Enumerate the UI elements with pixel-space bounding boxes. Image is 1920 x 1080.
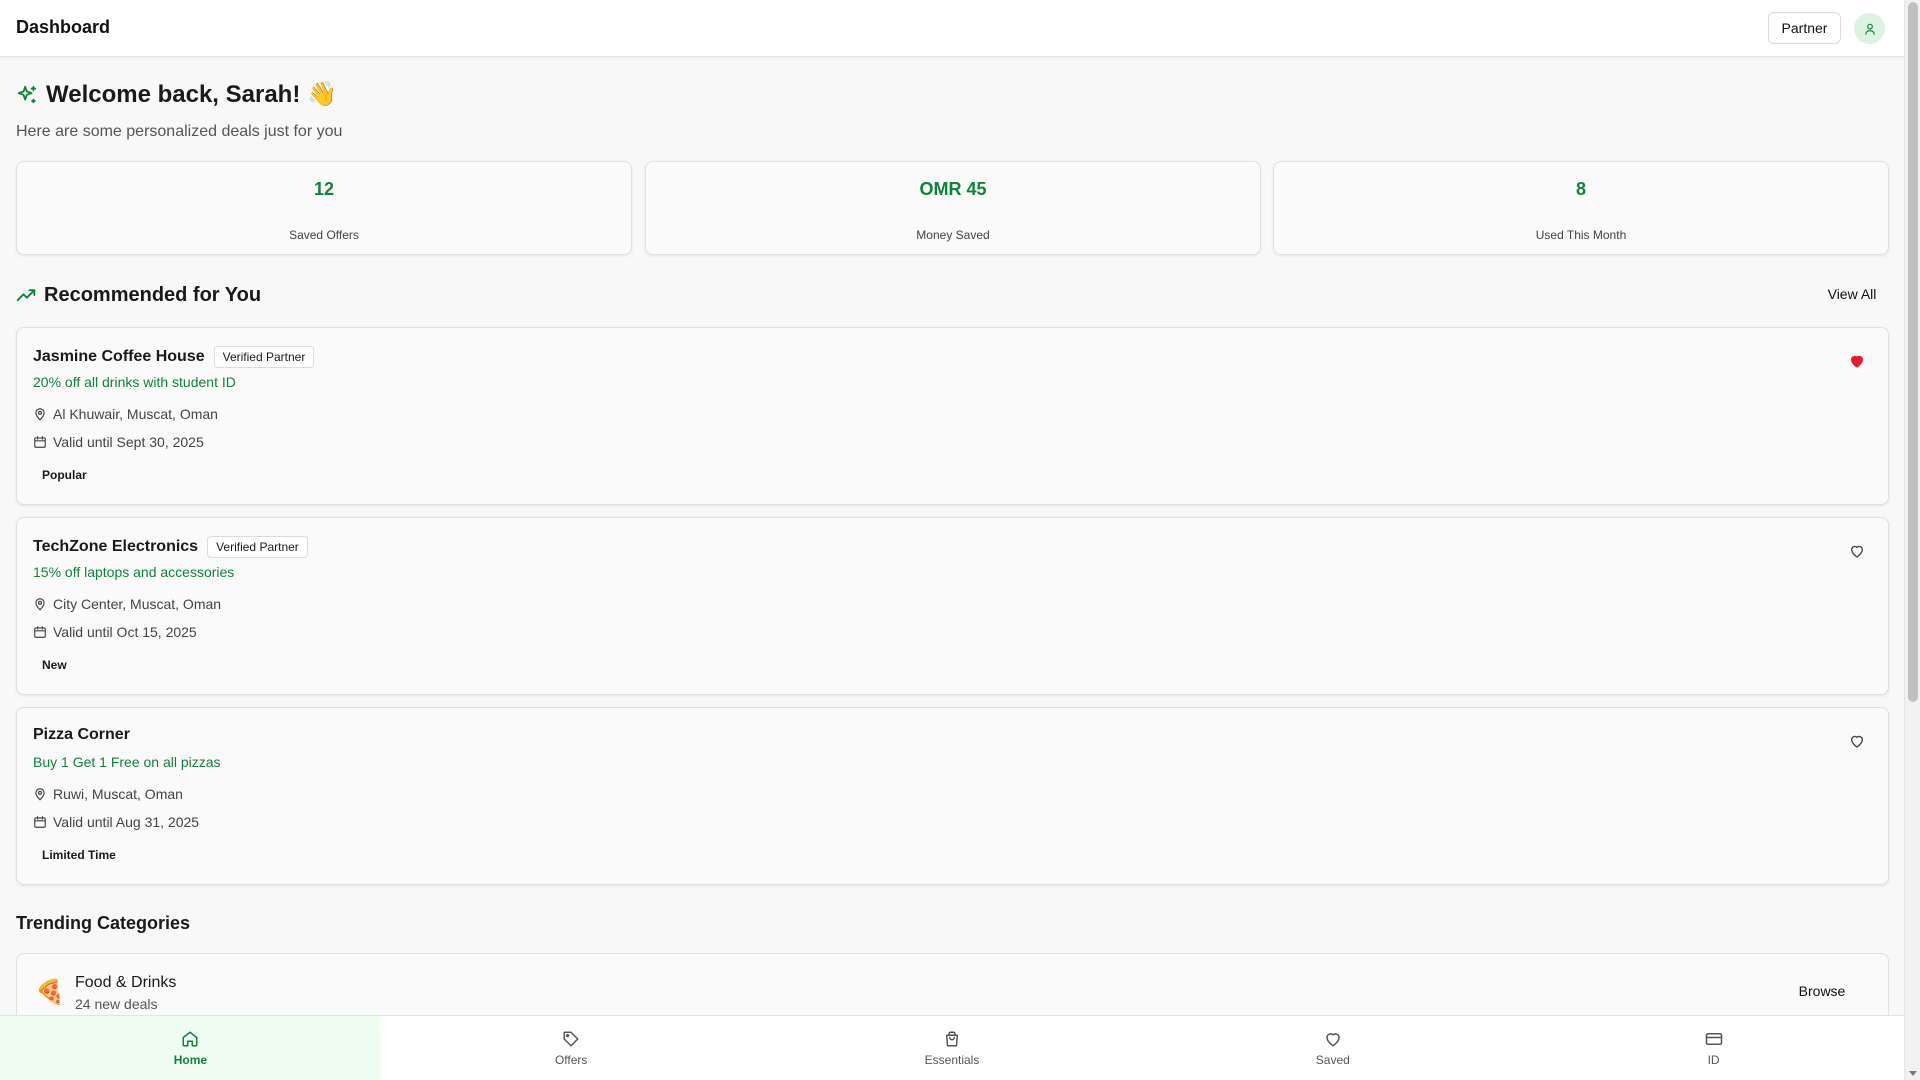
map-pin-icon (35, 788, 45, 801)
offer-location: Al Khuwair, Muscat, Oman (33, 406, 218, 422)
heart-icon (1326, 1032, 1340, 1046)
nav-home[interactable]: Home (0, 1016, 381, 1080)
offer-tag: Popular (42, 468, 87, 482)
recommended-section-header: Recommended for You (16, 284, 261, 307)
trending-up-icon (16, 288, 36, 301)
calendar-icon (34, 436, 46, 448)
shopping-bag-icon (945, 1031, 958, 1046)
offer-validity: Valid until Sept 30, 2025 (33, 434, 204, 450)
stat-value: 12 (313, 179, 335, 199)
heart-icon (1851, 735, 1863, 748)
heart-icon (1851, 545, 1863, 558)
save-offer-button[interactable] (1846, 350, 1868, 372)
id-card-icon (1705, 1032, 1722, 1045)
offer-name: Jasmine Coffee House (33, 348, 205, 365)
top-bar: Dashboard Partner (0, 0, 1904, 57)
stat-card-money-saved: OMR 45 Money Saved (645, 161, 1261, 255)
category-name: Food & Drinks (75, 974, 177, 991)
nav-essentials-label: Essentials (924, 1052, 980, 1067)
offer-deal: Buy 1 Get 1 Free on all pizzas (33, 754, 221, 770)
offer-validity-text: Valid until Oct 15, 2025 (53, 624, 197, 640)
partner-button[interactable]: Partner (1768, 12, 1841, 44)
page-title: Dashboard (16, 17, 111, 37)
offer-deal: 20% off all drinks with student ID (33, 374, 236, 390)
stat-label: Used This Month (1535, 228, 1627, 242)
calendar-icon (34, 626, 46, 638)
heart-filled-icon (1851, 355, 1863, 368)
category-deal-count: 24 new deals (75, 996, 158, 1012)
offer-title-row: TechZone Electronics Verified Partner (33, 536, 308, 558)
offer-location-text: Al Khuwair, Muscat, Oman (53, 406, 218, 422)
offer-tag: New (42, 658, 67, 672)
verified-partner-badge: Verified Partner (207, 536, 308, 558)
stat-card-saved-offers: 12 Saved Offers (16, 161, 632, 255)
calendar-icon (34, 816, 46, 828)
save-offer-button[interactable] (1846, 540, 1868, 562)
offer-deal: 15% off laptops and accessories (33, 564, 235, 580)
nav-offers-label: Offers (554, 1052, 588, 1067)
browse-button[interactable]: Browse (1778, 983, 1866, 1005)
offer-location: Ruwi, Muscat, Oman (33, 786, 183, 802)
offer-validity: Valid until Oct 15, 2025 (33, 624, 197, 640)
offer-name: TechZone Electronics (33, 538, 199, 555)
bottom-nav: Home Offers Essentials Saved ID (0, 1015, 1904, 1080)
stat-label: Money Saved (916, 228, 990, 242)
offer-location-text: Ruwi, Muscat, Oman (53, 786, 183, 802)
map-pin-icon (35, 408, 45, 421)
scroll-down-arrow-icon[interactable] (1909, 1071, 1917, 1076)
sparkles-icon (17, 85, 37, 103)
welcome-subtitle: Here are some personalized deals just fo… (16, 123, 343, 140)
verified-partner-badge: Verified Partner (213, 346, 315, 368)
scrollbar-thumb[interactable] (1908, 2, 1918, 702)
stat-value: 8 (1575, 179, 1586, 199)
offer-validity: Valid until Aug 31, 2025 (33, 814, 199, 830)
nav-id-label: ID (1707, 1052, 1720, 1067)
offer-validity-text: Valid until Sept 30, 2025 (53, 434, 204, 450)
dashboard-page: Dashboard Partner Welcome back, Sarah! 👋… (0, 0, 1904, 1080)
nav-home-label: Home (173, 1052, 208, 1067)
stat-value: OMR 45 (919, 179, 987, 199)
nav-saved-label: Saved (1315, 1052, 1350, 1067)
view-all-button[interactable]: View All (1808, 286, 1896, 306)
nav-offers[interactable]: Offers (381, 1016, 762, 1080)
stat-card-used-this-month: 8 Used This Month (1273, 161, 1889, 255)
offer-card[interactable]: TechZone Electronics Verified Partner 15… (16, 517, 1889, 695)
offer-location: City Center, Muscat, Oman (33, 596, 221, 612)
user-profile-button[interactable] (1854, 13, 1885, 44)
welcome-heading-row: Welcome back, Sarah! 👋 (16, 80, 337, 109)
offer-name: Pizza Corner (33, 726, 130, 743)
offer-card[interactable]: Pizza Corner Buy 1 Get 1 Free on all piz… (16, 707, 1889, 885)
offer-validity-text: Valid until Aug 31, 2025 (53, 814, 200, 830)
nav-saved[interactable]: Saved (1142, 1016, 1523, 1080)
offer-title-row: Jasmine Coffee House Verified Partner (33, 346, 315, 368)
save-offer-button[interactable] (1846, 730, 1868, 752)
stat-label: Saved Offers (289, 228, 359, 242)
offer-tag: Limited Time (42, 848, 116, 862)
recommended-title: Recommended for You (44, 284, 262, 306)
map-pin-icon (35, 598, 45, 611)
welcome-heading: Welcome back, Sarah! 👋 (46, 81, 337, 108)
user-icon (1864, 23, 1875, 35)
page-scrollbar[interactable] (1904, 0, 1920, 1080)
offer-card[interactable]: Jasmine Coffee House Verified Partner 20… (16, 327, 1889, 505)
offer-title-row: Pizza Corner (33, 726, 130, 744)
pizza-icon: 🍕 (35, 979, 65, 1006)
tag-icon (563, 1031, 579, 1046)
nav-id[interactable]: ID (1523, 1016, 1904, 1080)
home-icon (182, 1031, 198, 1046)
trending-title: Trending Categories (16, 913, 191, 933)
nav-essentials[interactable]: Essentials (762, 1016, 1143, 1080)
offer-location-text: City Center, Muscat, Oman (53, 596, 222, 612)
